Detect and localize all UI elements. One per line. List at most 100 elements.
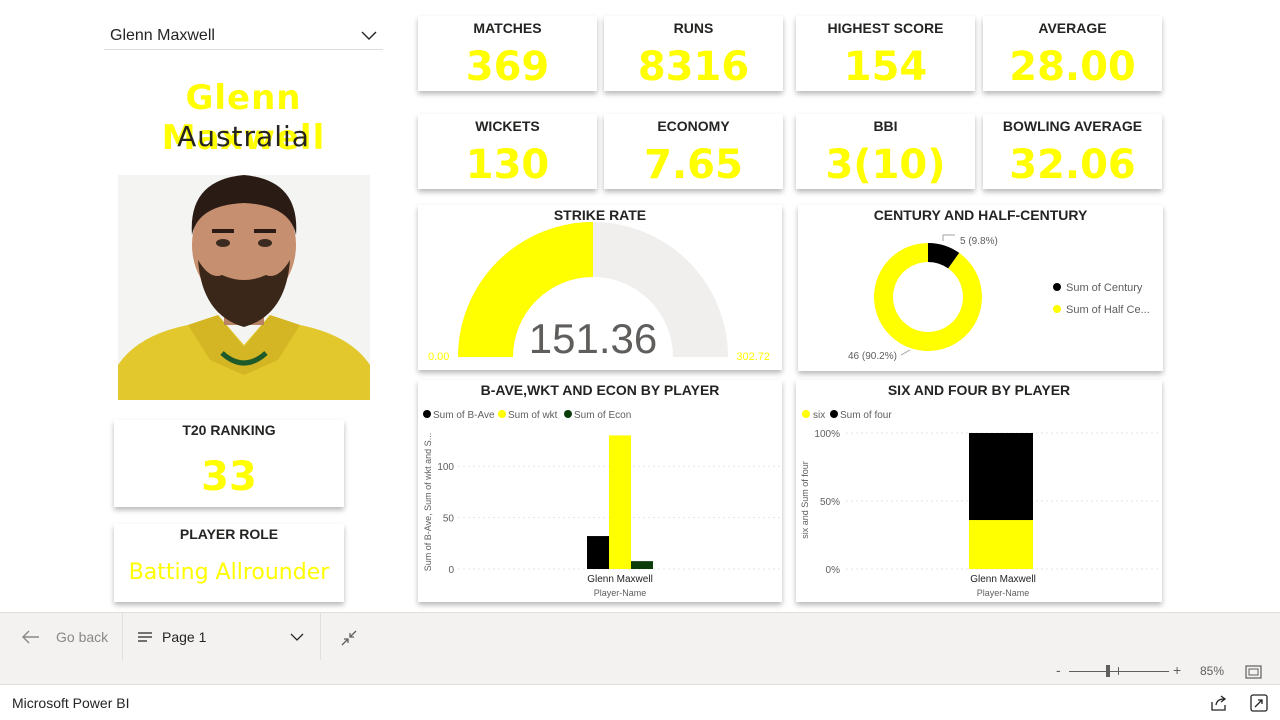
bave-wkt-econ-chart: Sum of B-Ave Sum of wkt Sum of Econ Sum …: [423, 410, 780, 598]
bave-y-tick-label: 100: [437, 462, 454, 473]
kpi-wickets: WICKETS 130: [418, 114, 597, 189]
legend-four-swatch: [830, 410, 838, 418]
zoom-slider-thumb[interactable]: [1106, 665, 1110, 677]
bave-bar-2[interactable]: [631, 561, 653, 569]
kpi-matches: MATCHES 369: [418, 16, 597, 91]
kpi-highest-score: HIGHEST SCORE 154: [796, 16, 975, 91]
page-selector[interactable]: Page 1: [138, 613, 304, 661]
kpi-player-role-value: Batting Allrounder: [128, 560, 330, 585]
six-four-bar-1[interactable]: [969, 433, 1033, 521]
bave-x-axis-title: Player-Name: [594, 588, 647, 598]
chevron-down-icon: [361, 31, 377, 40]
fullscreen-icon[interactable]: [1250, 694, 1268, 712]
gauge-value-label: 151.36: [529, 315, 657, 362]
bave-y-tick-label: 0: [448, 565, 454, 576]
kpi-economy-value: 7.65: [644, 142, 743, 188]
legend-econ-label[interactable]: Sum of Econ: [574, 410, 631, 421]
kpi-economy-title: ECONOMY: [657, 118, 730, 134]
six-four-x-axis-title: Player-Name: [977, 588, 1030, 598]
six-four-y-tick-label: 100%: [814, 429, 840, 440]
legend-econ-swatch: [564, 410, 572, 418]
app-footer: Microsoft Power BI: [0, 684, 1280, 720]
kpi-player-role-title: PLAYER ROLE: [179, 526, 279, 542]
kpi-matches-title: MATCHES: [473, 20, 542, 36]
bave-y-tick-label: 50: [443, 514, 455, 525]
player-slicer[interactable]: Glenn Maxwell: [104, 22, 383, 50]
bave-bar-1[interactable]: [609, 435, 631, 569]
six-four-x-tick-label: Glenn Maxwell: [970, 574, 1036, 585]
zoom-out-button[interactable]: -: [1056, 662, 1061, 678]
legend-bave-label[interactable]: Sum of B-Ave: [433, 410, 495, 421]
player-photo: [118, 175, 370, 400]
zoom-slider-tick: [1118, 667, 1119, 675]
kpi-wickets-value: 130: [465, 142, 550, 188]
nav-divider: [320, 613, 321, 661]
kpi-highest-score-title: HIGHEST SCORE: [827, 20, 944, 36]
app-brand: Microsoft Power BI: [12, 695, 130, 711]
zoom-percent: 85%: [1200, 664, 1225, 678]
kpi-bowling-average-value: 32.06: [1009, 142, 1136, 188]
nav-divider: [122, 613, 123, 661]
bave-x-tick-label: Glenn Maxwell: [587, 574, 653, 585]
kpi-matches-value: 369: [465, 44, 550, 90]
bave-wkt-econ-visual[interactable]: B-AVE,WKT AND ECON BY PLAYER Sum of B-Av…: [418, 380, 782, 602]
report-canvas: Glenn Maxwell Glenn Maxwell Australia MA…: [0, 0, 1280, 612]
kpi-player-role: PLAYER ROLE Batting Allrounder: [114, 524, 344, 602]
six-four-y-axis-title: six and Sum of four: [800, 461, 810, 539]
gauge-max-label: 302.72: [736, 351, 770, 363]
legend-half-century-label[interactable]: Sum of Half Ce...: [1066, 304, 1150, 316]
gauge-min-label: 0.00: [428, 351, 449, 363]
page-navigation-bar: Go back Page 1: [0, 612, 1280, 661]
legend-half-century-swatch: [1053, 305, 1061, 313]
kpi-runs-value: 8316: [637, 44, 750, 90]
kpi-highest-score-value: 154: [843, 44, 928, 90]
kpi-bbi-title: BBI: [873, 118, 898, 134]
chevron-down-icon: [290, 633, 304, 641]
kpi-t20-ranking-title: T20 RANKING: [182, 422, 276, 438]
donut-label-half-century: 46 (90.2%): [848, 351, 897, 362]
legend-wkt-label[interactable]: Sum of wkt: [508, 410, 558, 421]
six-four-y-tick-label: 50%: [820, 497, 840, 508]
legend-six-label[interactable]: six: [813, 410, 825, 421]
kpi-economy: ECONOMY 7.65: [604, 114, 783, 189]
arrow-left-icon: [22, 630, 39, 644]
century-donut-visual[interactable]: CENTURY AND HALF-CENTURY 5 (9.8%) 46 (90…: [798, 205, 1163, 371]
bave-y-axis-title: Sum of B-Ave, Sum of wkt and S...: [423, 433, 433, 571]
kpi-t20-ranking: T20 RANKING 33: [114, 420, 344, 507]
collapse-icon[interactable]: [340, 629, 358, 647]
kpi-average-value: 28.00: [1009, 44, 1136, 90]
list-icon: [138, 632, 152, 642]
zoom-in-button[interactable]: +: [1173, 662, 1181, 678]
kpi-wickets-title: WICKETS: [475, 118, 540, 134]
donut-chart: 5 (9.8%) 46 (90.2%) Sum of Century Sum o…: [848, 234, 1150, 362]
fit-to-page-icon[interactable]: [1245, 665, 1262, 679]
share-icon[interactable]: [1210, 694, 1228, 712]
legend-century-label[interactable]: Sum of Century: [1066, 282, 1143, 294]
strike-rate-visual[interactable]: STRIKE RATE 151.36 0.00 302.72: [418, 205, 782, 370]
kpi-bbi: BBI 3(10): [796, 114, 975, 189]
legend-six-swatch: [802, 410, 810, 418]
legend-four-label[interactable]: Sum of four: [840, 410, 892, 421]
kpi-bowling-average-title: BOWLING AVERAGE: [1002, 118, 1143, 134]
six-four-bar-0[interactable]: [969, 520, 1033, 569]
go-back-button[interactable]: Go back: [22, 613, 108, 661]
zoom-slider-track[interactable]: [1069, 671, 1169, 672]
bave-bar-0[interactable]: [587, 536, 609, 569]
donut-slice-1[interactable]: [874, 243, 982, 351]
kpi-average-title: AVERAGE: [1038, 20, 1107, 36]
slicer-value: Glenn Maxwell: [110, 26, 215, 44]
kpi-bbi-value: 3(10): [825, 142, 946, 188]
six-four-y-tick-label: 0%: [826, 565, 841, 576]
six-four-chart: six Sum of four six and Sum of four 0% 50…: [800, 410, 1158, 598]
legend-bave-swatch: [423, 410, 431, 418]
donut-label-century: 5 (9.8%): [960, 236, 998, 247]
zoom-bar: - + 85%: [0, 660, 1280, 684]
go-back-label: Go back: [56, 629, 109, 645]
legend-century-swatch: [1053, 283, 1061, 291]
kpi-average: AVERAGE 28.00: [983, 16, 1162, 91]
legend-wkt-swatch: [498, 410, 506, 418]
kpi-t20-ranking-value: 33: [201, 454, 257, 500]
kpi-runs: RUNS 8316: [604, 16, 783, 91]
kpi-runs-title: RUNS: [673, 20, 714, 36]
six-four-visual[interactable]: SIX AND FOUR BY PLAYER six Sum of four s…: [796, 380, 1162, 602]
